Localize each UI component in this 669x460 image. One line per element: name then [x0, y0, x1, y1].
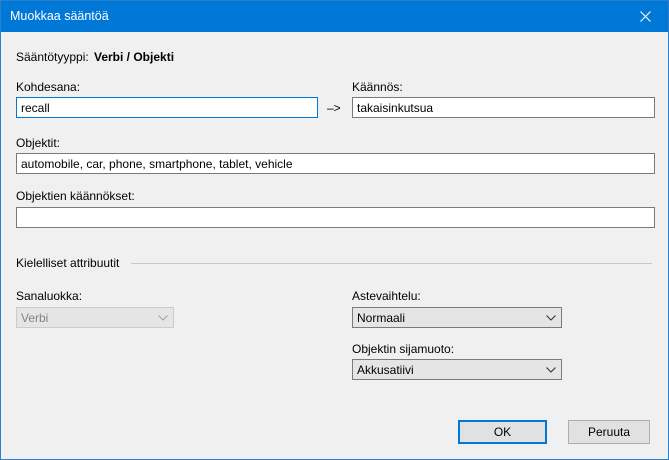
ok-button-label: OK	[493, 425, 512, 439]
objects-input[interactable]	[16, 153, 655, 174]
word-class-value: Verbi	[21, 310, 49, 325]
gradation-label: Astevaihtelu:	[352, 289, 421, 303]
translation-input[interactable]	[352, 97, 655, 118]
word-class-select: Verbi	[16, 307, 174, 328]
target-word-input[interactable]	[16, 97, 318, 118]
object-translations-label: Objektien käännökset:	[16, 189, 135, 203]
cancel-button[interactable]: Peruuta	[568, 420, 650, 444]
object-case-value: Akkusatiivi	[357, 362, 414, 377]
gradation-value: Normaali	[357, 310, 406, 325]
edit-rule-dialog: Muokkaa sääntöä Sääntötyyppi: Verbi / Ob…	[0, 0, 669, 460]
close-icon	[639, 11, 651, 22]
window-title: Muokkaa sääntöä	[10, 9, 109, 23]
ok-button[interactable]: OK	[458, 420, 547, 444]
object-translations-input[interactable]	[16, 207, 655, 228]
close-button[interactable]	[622, 1, 668, 32]
chevron-down-icon	[544, 311, 558, 324]
rule-type-value: Verbi / Objekti	[94, 50, 175, 64]
attributes-group-divider	[131, 263, 652, 264]
translation-label: Käännös:	[352, 80, 403, 94]
title-bar: Muokkaa sääntöä	[1, 1, 668, 32]
word-class-label: Sanaluokka:	[16, 289, 83, 303]
target-word-label: Kohdesana:	[16, 80, 81, 94]
translation-arrow: –>	[327, 101, 341, 115]
chevron-down-icon	[156, 311, 170, 324]
object-case-label: Objektin sijamuoto:	[352, 342, 455, 356]
cancel-button-label: Peruuta	[587, 425, 631, 439]
objects-label: Objektit:	[16, 136, 61, 150]
gradation-select[interactable]: Normaali	[352, 307, 562, 328]
attributes-group-title: Kielelliset attribuutit	[16, 256, 120, 270]
chevron-down-icon	[544, 363, 558, 376]
object-case-select[interactable]: Akkusatiivi	[352, 359, 562, 380]
rule-type-label: Sääntötyyppi:	[16, 50, 89, 64]
